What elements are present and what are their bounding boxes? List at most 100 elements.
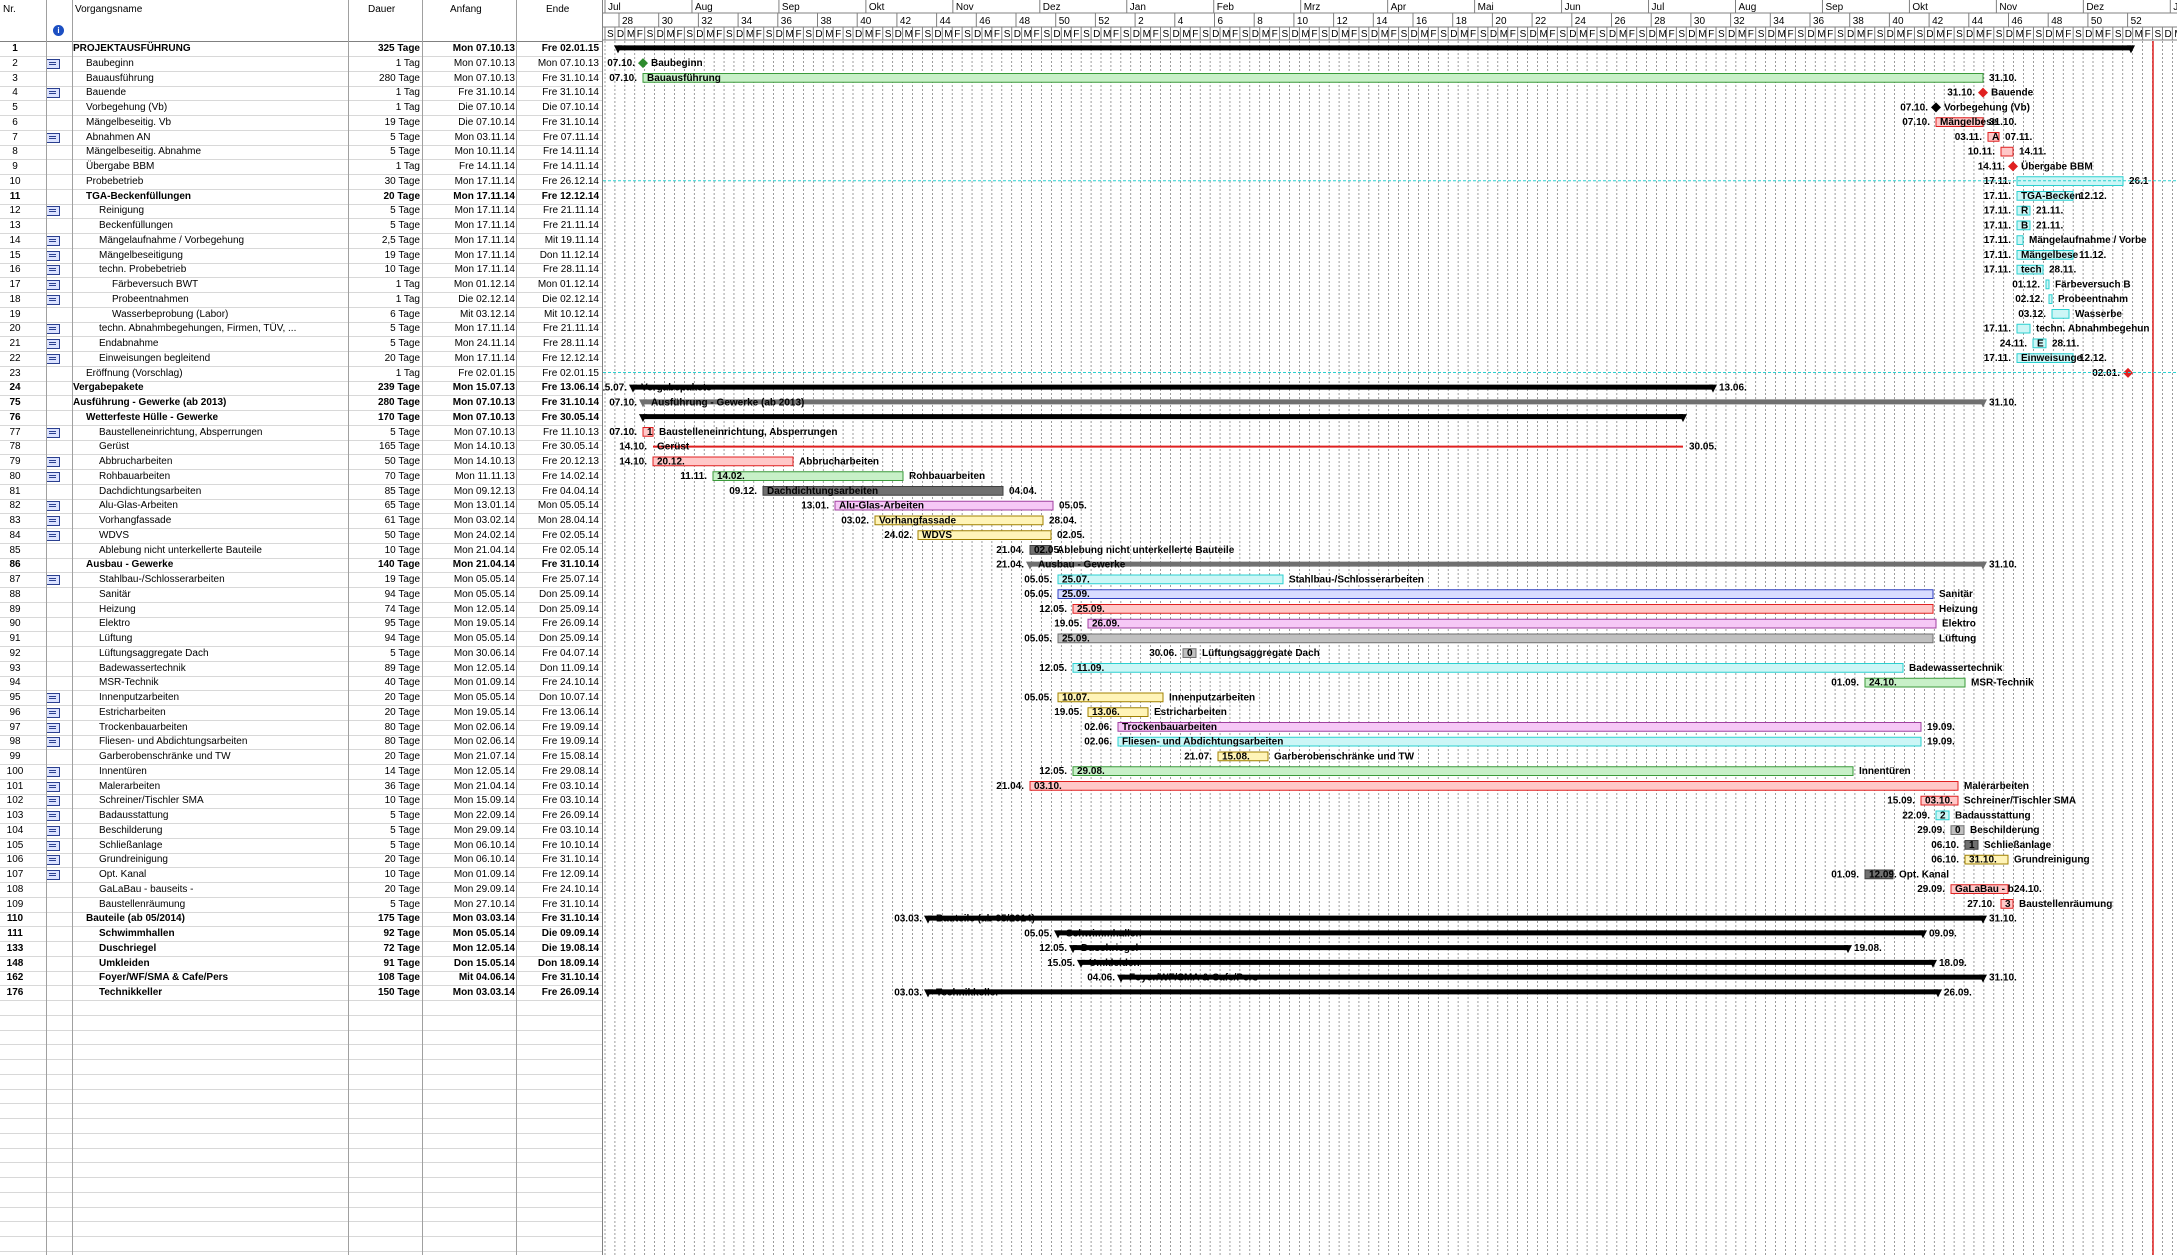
note-icon[interactable] (46, 707, 60, 718)
table-row[interactable] (0, 1162, 602, 1178)
note-icon[interactable] (46, 870, 60, 880)
table-row[interactable]: 105 Schließanlage 5 Tage Mon 06.10.14 Fre 10… (0, 838, 602, 854)
table-row[interactable]: 19 Wasserbeprobung (Labor) 6 Tage Mit 03.12… (0, 307, 602, 323)
table-row[interactable]: 12 Reinigung 5 Tage Mon 17.11.14 Fre 21.11.1… (0, 203, 602, 220)
table-row[interactable]: 13 Beckenfüllungen 5 Tage Mon 17.11.14 Fre 2… (0, 218, 602, 234)
table-row[interactable]: 18 Probeentnahmen 1 Tag Die 02.12.14 Die 02.… (0, 292, 602, 308)
table-row[interactable]: 133 Duschriegel 72 Tage Mon 12.05.14 Die 19.… (0, 941, 602, 957)
gantt-canvas[interactable]: Jul Aug Sep Okt Nov Dez Jan Feb Mrz Apr Mai Jun Jul A… (603, 0, 2177, 1255)
table-row[interactable]: 77 Baustelleneinrichtung, Absperrungen 5 T… (0, 425, 602, 441)
note-icon[interactable] (46, 206, 60, 217)
table-row[interactable]: 21 Endabnahme 5 Tage Mon 24.11.14 Fre 28.11.… (0, 336, 602, 352)
table-row[interactable]: 109 Baustellenräumung 5 Tage Mon 27.10.14 Fr… (0, 897, 602, 913)
table-row[interactable]: 80 Rohbauarbeiten 70 Tage Mon 11.11.13 Fre 1… (0, 469, 602, 485)
table-row[interactable]: 86 Ausbau - Gewerke 140 Tage Mon 21.04.14 Fr… (0, 557, 602, 574)
table-row[interactable] (0, 1088, 602, 1105)
table-row[interactable] (0, 1044, 602, 1060)
header-indicators[interactable]: i (46, 0, 73, 41)
table-row[interactable] (0, 1206, 602, 1223)
table-row[interactable]: 81 Dachdichtungsarbeiten 85 Tage Mon 09.12.… (0, 484, 602, 500)
note-icon[interactable] (46, 575, 60, 585)
table-row[interactable]: 92 Lüftungsaggregate Dach 5 Tage Mon 30.06.… (0, 646, 602, 662)
table-row[interactable]: 98 Fliesen- und Abdichtungsarbeiten 80 Tag… (0, 734, 602, 751)
table-row[interactable]: 89 Heizung 74 Tage Mon 12.05.14 Don 25.09.14 (0, 602, 602, 618)
note-icon[interactable] (46, 530, 60, 541)
table-row[interactable]: 22 Einweisungen begleitend 20 Tage Mon 17.1… (0, 351, 602, 367)
table-row[interactable]: 5 Vorbegehung (Vb) 1 Tag Die 07.10.14 Die 07… (0, 100, 602, 116)
table-row[interactable] (0, 1236, 602, 1252)
note-icon[interactable] (46, 737, 60, 748)
note-icon[interactable] (46, 766, 60, 777)
table-row[interactable]: 176 Technikkeller 150 Tage Mon 03.03.14 Fre … (0, 985, 602, 1001)
note-icon[interactable] (46, 811, 60, 821)
table-row[interactable]: 17 Färbeversuch BWT 1 Tag Mon 01.12.14 Mon 0… (0, 277, 602, 293)
note-icon[interactable] (46, 427, 60, 438)
note-icon[interactable] (46, 840, 60, 851)
table-row[interactable]: 7 Abnahmen AN 5 Tage Mon 03.11.14 Fre 07.11.… (0, 130, 602, 146)
header-start[interactable]: Anfang (422, 0, 517, 41)
note-icon[interactable] (46, 471, 60, 482)
table-row[interactable]: 95 Innenputzarbeiten 20 Tage Mon 05.05.14 Do… (0, 690, 602, 706)
table-row[interactable]: 78 Gerüst 165 Tage Mon 14.10.13 Fre 30.05.14 (0, 439, 602, 456)
note-icon[interactable] (46, 781, 60, 792)
table-row[interactable]: 82 Alu-Glas-Arbeiten 65 Tage Mon 13.01.14 Mo… (0, 498, 602, 515)
table-row[interactable]: 9 Übergabe BBM 1 Tag Fre 14.11.14 Fre 14.11.… (0, 159, 602, 175)
table-row[interactable]: 10 Probebetrieb 30 Tage Mon 17.11.14 Fre 26.… (0, 174, 602, 190)
table-row[interactable]: 76 Wetterfeste Hülle - Gewerke 170 Tage Mon… (0, 410, 602, 426)
note-icon[interactable] (46, 58, 60, 69)
header-end[interactable]: Ende (516, 0, 602, 41)
note-icon[interactable] (46, 516, 60, 526)
note-icon[interactable] (46, 457, 60, 467)
table-row[interactable]: 79 Abbrucharbeiten 50 Tage Mon 14.10.13 Fre … (0, 454, 602, 470)
table-row[interactable]: 107 Opt. Kanal 10 Tage Mon 01.09.14 Fre 12.0… (0, 867, 602, 883)
table-row[interactable]: 24 Vergabepakete 239 Tage Mon 15.07.13 Fre 1… (0, 380, 602, 397)
note-icon[interactable] (46, 796, 60, 807)
table-row[interactable] (0, 1000, 602, 1016)
note-icon[interactable] (46, 324, 60, 335)
table-row[interactable]: 90 Elektro 95 Tage Mon 19.05.14 Fre 26.09.14 (0, 616, 602, 633)
table-row[interactable] (0, 1103, 602, 1119)
table-row[interactable]: 2 Baubeginn 1 Tag Mon 07.10.13 Mon 07.10.13 (0, 56, 602, 72)
table-row[interactable] (0, 1147, 602, 1164)
table-row[interactable]: 84 WDVS 50 Tage Mon 24.02.14 Fre 02.05.14 (0, 528, 602, 544)
table-row[interactable] (0, 1177, 602, 1193)
header-nr[interactable]: Nr. (0, 0, 47, 41)
table-row[interactable]: 97 Trockenbauarbeiten 80 Tage Mon 02.06.14 F… (0, 720, 602, 736)
table-row[interactable]: 102 Schreiner/Tischler SMA 10 Tage Mon 15.0… (0, 793, 602, 810)
table-row[interactable]: 148 Umkleiden 91 Tage Don 15.05.14 Don 18.09… (0, 956, 602, 972)
table-row[interactable]: 20 techn. Abnahmbegehungen, Firmen, TÜV, … (0, 321, 602, 338)
table-row[interactable]: 91 Lüftung 94 Tage Mon 05.05.14 Don 25.09.14 (0, 631, 602, 647)
table-row[interactable]: 75 Ausführung - Gewerke (ab 2013) 280 Tage… (0, 395, 602, 411)
table-row[interactable] (0, 1118, 602, 1134)
note-icon[interactable] (46, 88, 60, 99)
header-name[interactable]: Vorgangsname (72, 0, 349, 41)
table-row[interactable]: 88 Sanitär 94 Tage Mon 05.05.14 Don 25.09.14 (0, 587, 602, 603)
table-row[interactable]: 99 Garberobenschränke und TW 20 Tage Mon 21… (0, 749, 602, 765)
table-row[interactable]: 93 Badewassertechnik 89 Tage Mon 12.05.14 Do… (0, 661, 602, 677)
table-row[interactable]: 103 Badausstattung 5 Tage Mon 22.09.14 Fre 2… (0, 808, 602, 824)
note-icon[interactable] (46, 501, 60, 512)
note-icon[interactable] (46, 235, 60, 246)
note-icon[interactable] (46, 294, 60, 305)
note-icon[interactable] (46, 132, 60, 143)
table-row[interactable] (0, 1029, 602, 1046)
table-row[interactable]: 11 TGA-Beckenfüllungen 20 Tage Mon 17.11.14… (0, 189, 602, 205)
note-icon[interactable] (46, 693, 60, 703)
table-row[interactable]: 83 Vorhangfassade 61 Tage Mon 03.02.14 Mon 2… (0, 513, 602, 529)
table-row[interactable]: 110 Bauteile (ab 05/2014) 175 Tage Mon 03.0… (0, 911, 602, 928)
note-icon[interactable] (46, 722, 60, 733)
table-row[interactable]: 85 Ablebung nicht unterkellerte Bauteile 1… (0, 543, 602, 559)
table-row[interactable]: 104 Beschilderung 5 Tage Mon 29.09.14 Fre 03… (0, 823, 602, 839)
table-row[interactable]: 101 Malerarbeiten 36 Tage Mon 21.04.14 Fre 0… (0, 779, 602, 795)
table-row[interactable] (0, 1133, 602, 1149)
table-row[interactable] (0, 1192, 602, 1208)
table-row[interactable]: 14 Mängelaufnahme / Vorbegehung 2,5 Tage Mo… (0, 233, 602, 249)
note-icon[interactable] (46, 825, 60, 836)
table-row[interactable]: 162 Foyer/WF/SMA & Cafe/Pers 108 Tage Mit 0… (0, 970, 602, 987)
table-row[interactable]: 87 Stahlbau-/Schlosserarbeiten 19 Tage Mon … (0, 572, 602, 588)
table-row[interactable]: 94 MSR-Technik 40 Tage Mon 01.09.14 Fre 24.1… (0, 675, 602, 692)
header-duration[interactable]: Dauer (348, 0, 423, 41)
table-row[interactable]: 16 techn. Probebetrieb 10 Tage Mon 17.11.14… (0, 262, 602, 279)
table-row[interactable]: 106 Grundreinigung 20 Tage Mon 06.10.14 Fre … (0, 852, 602, 869)
table-row[interactable]: 15 Mängelbeseitigung 19 Tage Mon 17.11.14 Do… (0, 248, 602, 264)
